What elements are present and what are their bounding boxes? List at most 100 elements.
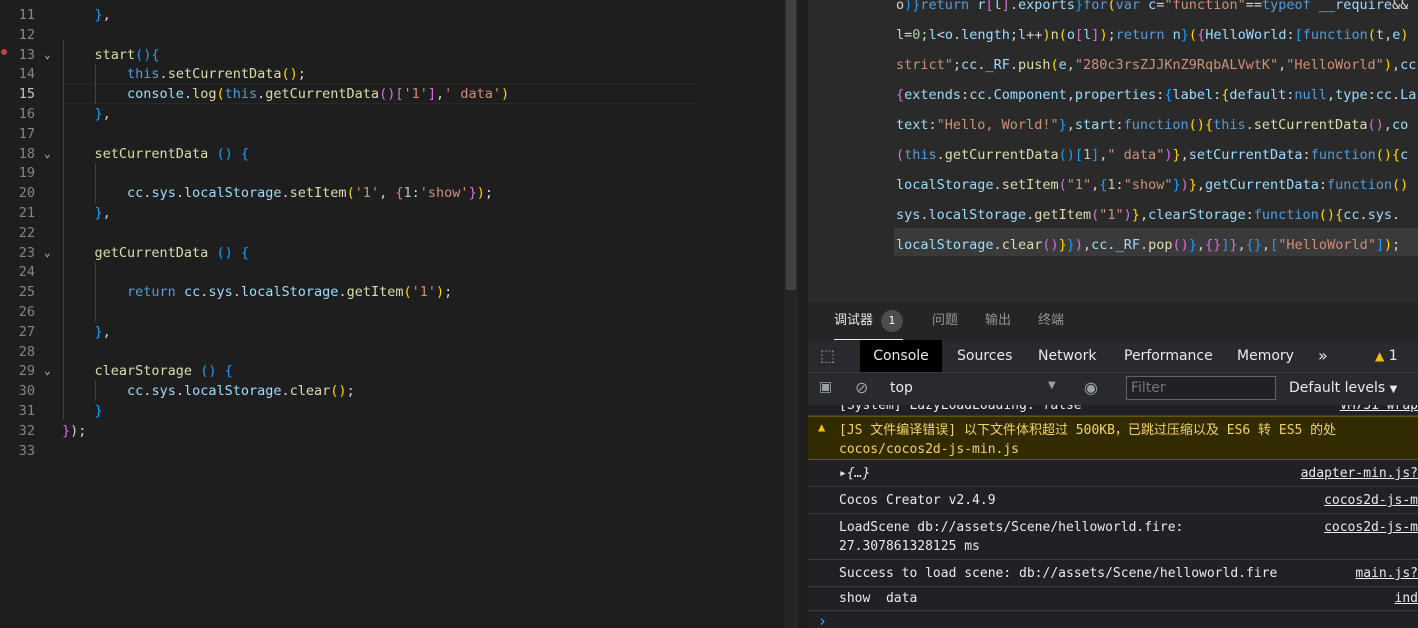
code-text[interactable]: },: [62, 322, 111, 342]
message-text: show data: [839, 591, 918, 606]
context-selector[interactable]: top: [890, 380, 913, 396]
inspect-element-icon[interactable]: ⬚: [820, 346, 835, 365]
code-line[interactable]: 29 ⌄ clearStorage () {: [0, 361, 784, 381]
warning-text: [JS 文件编译错误] 以下文件体积超过 500KB，已跳过压缩以及 ES6 转…: [839, 423, 1337, 438]
warning-counter[interactable]: ▲ 1: [1375, 340, 1398, 372]
code-line[interactable]: 18 ⌄ setCurrentData () {: [0, 144, 784, 164]
code-line[interactable]: 33: [0, 441, 784, 461]
eye-icon[interactable]: ◉: [1084, 378, 1098, 397]
sidebar-toggle-icon[interactable]: ▣: [819, 379, 832, 395]
code-text[interactable]: cc.sys.localStorage.clear();: [62, 381, 355, 401]
console-output[interactable]: [System] LazyLoadLoading: false VM731 wr…: [808, 405, 1418, 628]
warning-icon: ▲: [1375, 349, 1385, 363]
code-text[interactable]: },: [62, 104, 111, 124]
fold-chevron-icon[interactable]: ⌄: [44, 243, 51, 263]
message-text: Success to load scene: db://assets/Scene…: [839, 566, 1278, 581]
code-line[interactable]: 13 ⌄ start(){: [0, 45, 784, 65]
code-line[interactable]: 16 },: [0, 104, 784, 124]
message-text: Cocos Creator v2.4.9: [839, 493, 996, 508]
code-line[interactable]: 24: [0, 262, 784, 282]
code-line[interactable]: 20 cc.sys.localStorage.setItem('1', {1:'…: [0, 183, 784, 203]
code-text[interactable]: });: [62, 421, 86, 441]
minified-code-line[interactable]: localStorage.clear()}}),cc._RF.pop()},{}…: [896, 230, 1400, 260]
tab-debugger[interactable]: 调试器 1: [834, 302, 904, 340]
code-text[interactable]: start(){: [62, 45, 160, 65]
tab-output[interactable]: 输出: [985, 302, 1011, 340]
code-editor[interactable]: 11 }, 12 13 ⌄ start(){14 this.setCurrentDat…: [0, 0, 784, 628]
tab-memory[interactable]: Memory: [1237, 340, 1294, 372]
source-gutter: [798, 0, 808, 302]
fold-chevron-icon[interactable]: ⌄: [44, 144, 51, 164]
code-line[interactable]: 28: [0, 342, 784, 362]
message-source-link[interactable]: VM731 wrap: [1340, 405, 1418, 415]
log-levels-dropdown[interactable]: Default levels ▼: [1289, 380, 1397, 396]
code-line[interactable]: 17: [0, 124, 784, 144]
code-text[interactable]: }: [62, 401, 103, 421]
code-text[interactable]: console.log(this.getCurrentData()['1'],'…: [62, 84, 509, 104]
minified-code-line[interactable]: o)}return r[l].exports}for(var c="functi…: [896, 0, 1408, 20]
minified-code-line[interactable]: strict";cc._RF.push(e,"280c3rsZJJKnZ9Rqb…: [896, 50, 1416, 80]
minified-code-line[interactable]: localStorage.setItem("1",{1:"show"})},ge…: [896, 170, 1408, 200]
code-line[interactable]: 30 cc.sys.localStorage.clear();: [0, 381, 784, 401]
tab-console[interactable]: Console: [860, 340, 942, 372]
code-line[interactable]: 26: [0, 302, 784, 322]
tab-network[interactable]: Network: [1038, 340, 1096, 372]
tab-sources[interactable]: Sources: [957, 340, 1012, 372]
code-line[interactable]: 27 },: [0, 322, 784, 342]
code-line[interactable]: 31 }: [0, 401, 784, 421]
fold-chevron-icon[interactable]: ⌄: [44, 361, 51, 381]
minified-code-line[interactable]: l=0;l<o.length;l++)n(o[l]);return n}({He…: [896, 20, 1409, 50]
code-line[interactable]: 11 },: [0, 5, 784, 25]
console-prompt[interactable]: ›: [808, 611, 1418, 628]
code-line[interactable]: 22: [0, 223, 784, 243]
code-text[interactable]: clearStorage () {: [62, 361, 233, 381]
object-preview[interactable]: ▸{…}: [839, 464, 870, 483]
code-text[interactable]: setCurrentData () {: [62, 144, 249, 164]
line-number: 11: [18, 7, 35, 23]
tab-terminal[interactable]: 终端: [1038, 302, 1064, 340]
code-line[interactable]: 15 console.log(this.getCurrentData()['1'…: [0, 84, 784, 104]
filter-input[interactable]: [1127, 377, 1271, 399]
minified-code-line[interactable]: (this.getCurrentData()[1]," data")},setC…: [896, 140, 1408, 170]
message-text: [System] LazyLoadLoading: false: [839, 405, 1082, 413]
tab-performance[interactable]: Performance: [1124, 340, 1213, 372]
code-line[interactable]: 32});: [0, 421, 784, 441]
minified-code-line[interactable]: sys.localStorage.getItem("1")},clearStor…: [896, 200, 1400, 230]
chevron-down-icon[interactable]: ▼: [1048, 380, 1056, 391]
minified-source-view[interactable]: o)}return r[l].exports}for(var c="functi…: [798, 0, 1418, 302]
message-text: LoadScene db://assets/Scene/helloworld.f…: [839, 520, 1184, 535]
code-text[interactable]: this.setCurrentData();: [62, 64, 306, 84]
code-line[interactable]: 14 this.setCurrentData();: [0, 64, 784, 84]
message-source-link[interactable]: cocos2d-js-m: [1324, 518, 1418, 537]
code-text[interactable]: getCurrentData () {: [62, 243, 249, 263]
more-tabs-icon[interactable]: »: [1318, 340, 1328, 372]
code-line[interactable]: 25 return cc.sys.localStorage.getItem('1…: [0, 282, 784, 302]
code-text[interactable]: return cc.sys.localStorage.getItem('1');: [62, 282, 452, 302]
message-source-link[interactable]: adapter-min.js?: [1301, 464, 1418, 483]
code-line[interactable]: 23 ⌄ getCurrentData () {: [0, 243, 784, 263]
clear-console-icon[interactable]: ⊘: [855, 378, 868, 397]
fold-chevron-icon[interactable]: ⌄: [44, 45, 51, 65]
code-text[interactable]: cc.sys.localStorage.setItem('1', {1:'sho…: [62, 183, 493, 203]
code-text[interactable]: },: [62, 203, 111, 223]
minified-code-line[interactable]: {extends:cc.Component,properties:{label:…: [896, 80, 1416, 110]
code-text[interactable]: },: [62, 5, 111, 25]
filter-input-box[interactable]: [1126, 376, 1276, 400]
tab-debugger-label: 调试器: [834, 313, 874, 328]
message-source-link[interactable]: cocos2d-js-m: [1324, 491, 1418, 510]
line-number: 28: [18, 343, 35, 360]
tab-problems[interactable]: 问题: [932, 302, 958, 340]
code-line[interactable]: 19: [0, 163, 784, 183]
editor-scrollbar[interactable]: [784, 0, 798, 628]
console-message: show data ind: [808, 587, 1418, 611]
code-line[interactable]: 12: [0, 25, 784, 45]
line-number: 23: [18, 244, 35, 261]
console-message[interactable]: ▸{…} adapter-min.js?: [808, 460, 1418, 487]
code-line[interactable]: 21 },: [0, 203, 784, 223]
line-number: 32: [18, 422, 35, 439]
console-message: Success to load scene: db://assets/Scene…: [808, 560, 1418, 587]
minified-code-line[interactable]: text:"Hello, World!"},start:function(){t…: [896, 110, 1408, 140]
scroll-thumb[interactable]: [786, 0, 796, 290]
message-source-link[interactable]: main.js?: [1355, 564, 1418, 583]
message-source-link[interactable]: ind: [1395, 589, 1418, 608]
